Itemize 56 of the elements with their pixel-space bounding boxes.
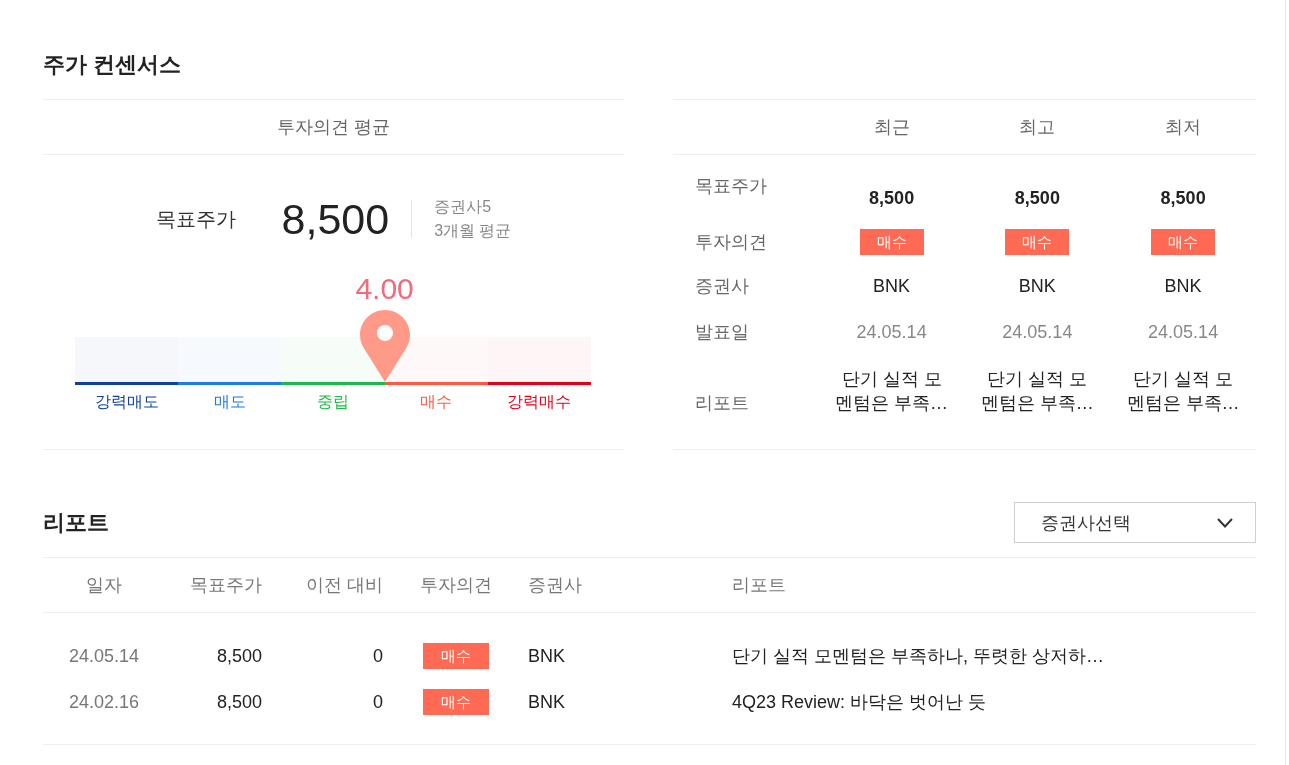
report-link[interactable]: 단기 실적 모멘텀은 부족… (834, 367, 950, 415)
column-header: 리포트 (732, 574, 786, 597)
price-change: 0 (373, 691, 383, 713)
broker-select[interactable]: 증권사선택 (1014, 502, 1256, 543)
report-link[interactable]: 4Q23 Review: 바닥은 벗어난 듯 (732, 690, 987, 714)
target-price: 8,500 (216, 691, 262, 713)
target-price-label: 목표주가 (155, 206, 236, 232)
column-header: 투자의견 (419, 574, 492, 597)
target-price-value: 8,500 (281, 197, 390, 241)
publish-date: 24.05.14 (1148, 321, 1219, 344)
row-label: 목표주가 (695, 175, 767, 198)
report-link[interactable]: 단기 실적 모멘텀은 부족… (979, 367, 1095, 415)
publish-date: 24.05.14 (856, 321, 927, 344)
opinion-tag: 매수 (422, 689, 489, 715)
opinion-tag: 매수 (859, 229, 924, 255)
target-price: 8,500 (1160, 187, 1206, 210)
broker-count: 증권사5 (434, 197, 492, 217)
column-header: 최근 (873, 116, 910, 139)
report-date: 24.02.16 (68, 691, 140, 713)
publish-date: 24.05.14 (1002, 321, 1073, 344)
opinion-tag: 매수 (1151, 229, 1216, 255)
broker-name: BNK (1018, 275, 1056, 298)
broker-name: BNK (528, 645, 565, 667)
column-header: 증권사 (528, 574, 582, 597)
report-date: 24.05.14 (68, 645, 140, 667)
broker-name: BNK (528, 691, 565, 713)
rating-score: 4.00 (355, 273, 414, 305)
opinion-tag: 매수 (1005, 229, 1070, 255)
average-period: 3개월 평균 (434, 221, 512, 241)
opinion-tag: 매수 (422, 643, 489, 669)
column-header: 목표주가 (190, 574, 262, 597)
broker-name: BNK (1164, 275, 1202, 298)
chevron-down-icon (1217, 517, 1233, 528)
section-title: 리포트 (43, 508, 109, 537)
report-link[interactable]: 단기 실적 모멘텀은 부족하나, 뚜렷한 상저하… (732, 644, 1104, 668)
section-title: 주가 컨센서스 (43, 51, 182, 79)
column-header: 최고 (1019, 116, 1056, 139)
target-price: 8,500 (216, 645, 262, 667)
scale-label: 강력매도 (94, 392, 159, 412)
row-label: 발표일 (695, 321, 749, 344)
scale-label: 강력매수 (507, 392, 572, 412)
price-change: 0 (373, 645, 383, 667)
row-label: 증권사 (695, 275, 749, 298)
scale-label: 매수 (420, 392, 453, 412)
target-price: 8,500 (1014, 187, 1060, 210)
row-label: 투자의견 (695, 231, 767, 254)
row-label: 리포트 (695, 392, 749, 415)
scale-label: 중립 (317, 392, 349, 412)
target-price: 8,500 (869, 187, 915, 210)
scale-label: 매도 (213, 392, 246, 412)
column-header: 이전 대비 (306, 574, 383, 597)
column-header: 최저 (1165, 116, 1202, 139)
column-header: 일자 (86, 574, 122, 597)
broker-name: BNK (873, 275, 911, 298)
panel-header: 투자의견 평균 (277, 116, 390, 139)
report-link[interactable]: 단기 실적 모멘텀은 부족… (1125, 367, 1241, 415)
